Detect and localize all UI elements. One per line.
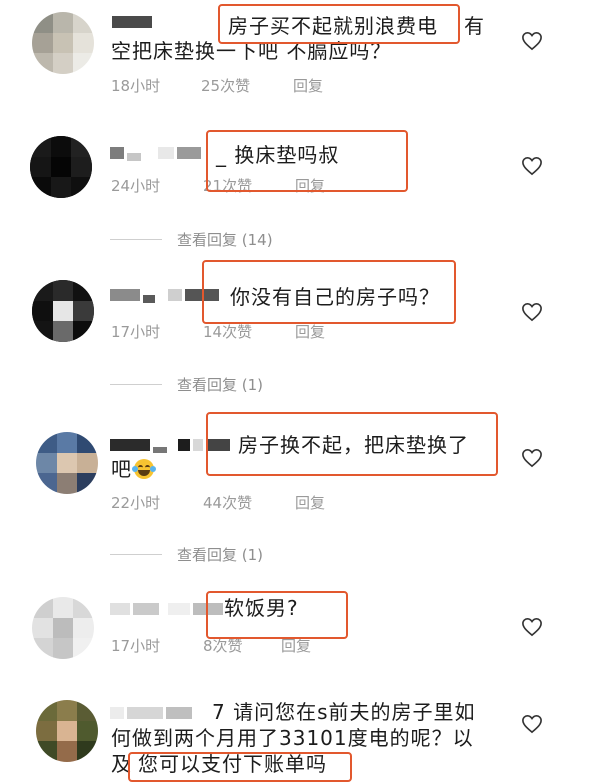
comment-4: 房子换不起，把床垫换了 吧 22小时 44次赞 回复 [0, 408, 600, 518]
avatar[interactable] [30, 136, 92, 198]
divider-line [110, 238, 162, 240]
comment-meta: 18小时 25次赞 回复 [111, 75, 323, 96]
like-count: 25次赞 [201, 77, 251, 95]
timestamp: 17小时 [111, 637, 161, 655]
username-pixelated[interactable] [112, 13, 152, 31]
comment-2: _ 换床垫吗叔 24小时 21次赞 回复 [0, 120, 600, 220]
heart-outline-icon[interactable] [521, 617, 543, 637]
avatar[interactable] [32, 280, 94, 342]
view-replies-link[interactable]: 查看回复 (1) [110, 374, 263, 394]
comment-text-line2: 何做到两个月用了33101度电的呢？以 [111, 726, 474, 750]
view-replies-link[interactable]: 查看回复 (14) [110, 229, 273, 249]
like-count: 44次赞 [203, 494, 253, 512]
comment-6: 7 请问您在s前夫的房子里如 何做到两个月用了33101度电的呢？以 及您可以支… [0, 690, 600, 782]
timestamp: 17小时 [111, 323, 161, 341]
heart-outline-icon[interactable] [521, 31, 543, 51]
username-pixelated[interactable] [110, 144, 201, 162]
timestamp: 18小时 [111, 77, 161, 95]
divider-line [110, 383, 162, 385]
heart-outline-icon[interactable] [521, 448, 543, 468]
highlight-box [218, 4, 460, 44]
avatar[interactable] [32, 597, 94, 659]
reply-button[interactable]: 回复 [295, 492, 325, 513]
laughing-tears-emoji-icon [132, 459, 156, 479]
comment-3: 你没有自己的房子吗？ 17小时 14次赞 回复 [0, 260, 600, 360]
avatar[interactable] [32, 12, 94, 74]
username-pixelated[interactable] [110, 704, 192, 722]
highlight-box [128, 752, 352, 782]
highlight-box [206, 412, 498, 476]
divider-line [110, 553, 162, 555]
like-count: 14次赞 [203, 323, 253, 341]
avatar[interactable] [36, 432, 98, 494]
comment-meta: 17小时 14次赞 回复 [111, 321, 325, 342]
highlight-box [206, 591, 348, 639]
timestamp: 22小时 [111, 494, 161, 512]
reply-button[interactable]: 回复 [293, 75, 323, 96]
comment-text: 7 请问您在s前夫的房子里如 [212, 700, 476, 724]
heart-outline-icon[interactable] [521, 156, 543, 176]
comment-text-line2: 吧 [111, 456, 156, 483]
timestamp: 24小时 [111, 177, 161, 195]
comment-meta: 22小时 44次赞 回复 [111, 492, 325, 513]
heart-outline-icon[interactable] [521, 714, 543, 734]
comment-5: 软饭男? 17小时 8次赞 回复 [0, 585, 600, 665]
avatar[interactable] [36, 700, 98, 762]
heart-outline-icon[interactable] [521, 302, 543, 322]
comment-1: 房子买不起就别浪费电有 空把床垫换一下吧 不膈应吗？ 18小时 25次赞 回复 [0, 0, 600, 110]
reply-button[interactable]: 回复 [295, 321, 325, 342]
highlight-box [206, 130, 408, 192]
highlight-box [202, 260, 456, 324]
view-replies-link[interactable]: 查看回复 (1) [110, 544, 263, 564]
